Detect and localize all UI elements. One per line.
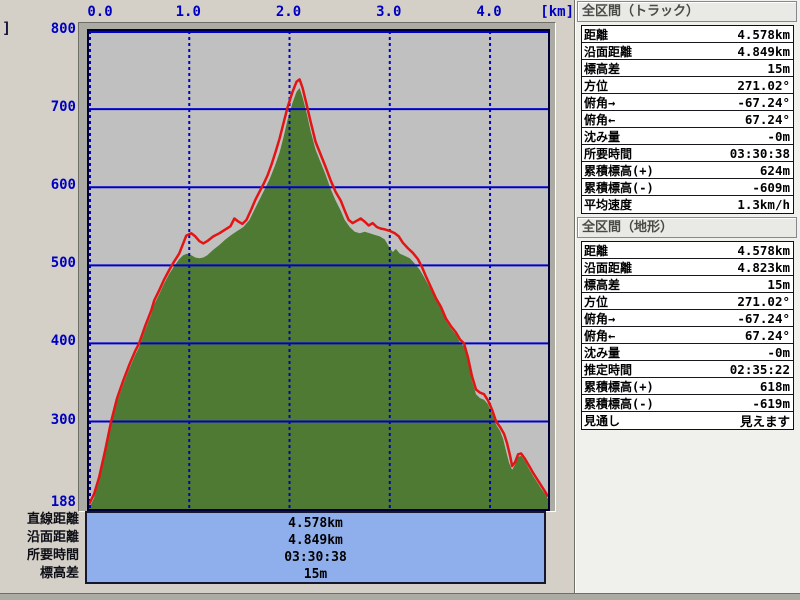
row-label: 沿面距離 (584, 44, 633, 59)
table-row: 累積標高(-) -609m (582, 179, 793, 196)
table-row: 平均速度 1.3km/h (582, 196, 793, 213)
x-axis-tick-label: 1.0 (175, 4, 201, 20)
row-label: 沈み量 (584, 129, 621, 144)
summary-value: 4.578km (288, 516, 343, 531)
row-label: 見通し (584, 414, 621, 428)
row-value: -609m (752, 179, 790, 195)
row-label: 沈み量 (584, 345, 621, 360)
summary-label: 沿面距離 (26, 530, 79, 545)
statistics-side-panel: 全区間（トラック） 距離 4.578km 沿面距離 4.849km 標高差 15m 方位 271… (576, 0, 800, 600)
row-value: 618m (759, 378, 790, 394)
elevation-profile-canvas (89, 31, 548, 509)
y-axis-tick-label: 400 (50, 333, 76, 350)
table-row: 沈み量 -0m (582, 344, 793, 361)
elevation-profile-window: { "chart": { "y_unit_clipped": "]", "x_u… (0, 0, 800, 600)
row-value: -619m (752, 395, 790, 411)
row-value: -0m (767, 128, 790, 144)
row-value: 15m (767, 276, 790, 292)
table-row: 累積標高(+) 618m (582, 378, 793, 395)
y-axis-tick-label: 188 (50, 494, 76, 510)
row-label: 方位 (584, 294, 609, 309)
y-axis-tick-label: 800 (50, 21, 76, 37)
x-axis-tick-label: 2.0 (275, 4, 302, 20)
row-value: 4.823km (737, 259, 790, 275)
window-bottom-edge (0, 593, 800, 600)
row-label: 俯角→ (584, 311, 616, 326)
row-label: 俯角→ (584, 95, 616, 110)
summary-value: 4.849km (288, 533, 343, 548)
row-value: 624m (759, 162, 790, 178)
summary-label: 所要時間 (26, 548, 79, 563)
row-label: 累積標高(+) (584, 163, 654, 178)
table-row: 沿面距離 4.823km (582, 259, 793, 276)
row-value: 見えます (739, 414, 790, 429)
section-header-terrain[interactable]: 全区間（地形） (577, 217, 797, 238)
section-header-track[interactable]: 全区間（トラック） (577, 1, 797, 22)
table-row: 俯角← 67.24° (582, 327, 793, 344)
row-label: 俯角← (584, 112, 616, 127)
row-label: 方位 (584, 78, 609, 93)
row-label: 標高差 (584, 61, 621, 76)
row-value: 02:35:22 (729, 361, 790, 377)
table-row: 累積標高(+) 624m (582, 162, 793, 179)
row-value: -67.24° (737, 94, 790, 110)
table-row: 俯角→ -67.24° (582, 310, 793, 327)
row-label: 距離 (584, 243, 609, 258)
row-label: 距離 (584, 27, 609, 42)
row-value: 15m (767, 60, 790, 76)
table-row: 見通し 見えます (582, 412, 793, 429)
row-label: 所要時間 (584, 146, 633, 161)
elevation-profile-plot[interactable] (87, 29, 550, 511)
row-label: 平均速度 (584, 198, 633, 212)
row-label: 俯角← (584, 328, 616, 343)
stats-table-track: 距離 4.578km 沿面距離 4.849km 標高差 15m 方位 271.02° 俯角→ -6… (581, 25, 794, 214)
row-label: 累積標高(-) (584, 180, 654, 195)
row-value: 67.24° (744, 327, 790, 343)
table-row: 距離 4.578km (582, 26, 793, 43)
summary-bar: 4.578km 4.849km 03:30:38 15m (85, 511, 546, 584)
row-label: 累積標高(+) (584, 379, 654, 394)
table-row: 俯角← 67.24° (582, 111, 793, 128)
summary-label: 標高差 (39, 566, 79, 581)
row-label: 標高差 (584, 277, 621, 292)
table-row: 俯角→ -67.24° (582, 94, 793, 111)
table-row: 標高差 15m (582, 276, 793, 293)
table-row: 沿面距離 4.849km (582, 43, 793, 60)
x-axis-unit-label: [km] (540, 4, 574, 20)
row-value: 4.849km (737, 43, 790, 59)
table-row: 距離 4.578km (582, 242, 793, 259)
summary-value: 15m (303, 567, 328, 582)
table-row: 所要時間 03:30:38 (582, 145, 793, 162)
chart-frame (78, 22, 556, 512)
row-value: 4.578km (737, 26, 790, 42)
y-axis-tick-label: 300 (50, 411, 76, 428)
row-label: 沿面距離 (584, 260, 633, 275)
x-axis-tick-label: 0.0 (87, 4, 113, 20)
y-axis-tick-label: 600 (50, 177, 76, 194)
row-label: 推定時間 (584, 362, 633, 377)
table-row: 累積標高(-) -619m (582, 395, 793, 412)
row-value: 271.02° (737, 77, 790, 93)
y-axis-unit-label: ] (2, 19, 12, 37)
row-value: -0m (767, 344, 790, 360)
row-value: 4.578km (737, 242, 790, 258)
table-row: 方位 271.02° (582, 293, 793, 310)
row-value: 03:30:38 (729, 145, 790, 161)
row-value: 1.3km/h (737, 197, 790, 212)
y-axis-tick-label: 500 (50, 255, 76, 272)
y-axis-tick-label: 700 (50, 99, 76, 116)
row-value: 271.02° (737, 293, 790, 309)
table-row: 沈み量 -0m (582, 128, 793, 145)
x-axis-tick-label: 4.0 (476, 4, 502, 20)
stats-table-terrain: 距離 4.578km 沿面距離 4.823km 標高差 15m 方位 271.02° 俯角→ -6… (581, 241, 794, 430)
x-axis-tick-label: 3.0 (376, 4, 402, 20)
summary-value: 03:30:38 (284, 550, 347, 565)
summary-label: 直線距離 (26, 512, 79, 527)
table-row: 方位 271.02° (582, 77, 793, 94)
table-row: 標高差 15m (582, 60, 793, 77)
row-value: 67.24° (744, 111, 790, 127)
table-row: 推定時間 02:35:22 (582, 361, 793, 378)
row-label: 累積標高(-) (584, 396, 654, 411)
row-value: -67.24° (737, 310, 790, 326)
